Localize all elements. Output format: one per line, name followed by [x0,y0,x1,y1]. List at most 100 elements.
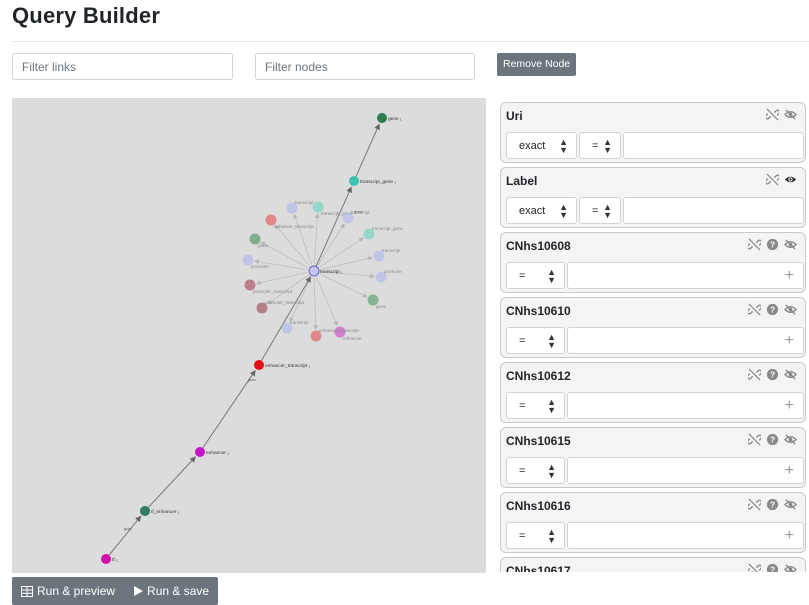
unlink-icon[interactable] [748,433,761,446]
eye-slash-icon[interactable] [784,498,797,511]
add-icon[interactable]: + [785,332,794,350]
operator-select[interactable]: = ▲ ▼ [579,132,621,159]
filter-nodes-input[interactable] [255,53,475,80]
match-mode-select[interactable]: exact ▲ ▼ [506,197,577,224]
graph-node-label[interactable]: enhancer_transcript ₁ [265,363,311,369]
graph-node-label[interactable]: gene [376,304,387,309]
help-icon[interactable]: ? [766,563,779,572]
value-input-add[interactable]: + [567,262,804,289]
add-icon[interactable]: + [785,462,794,480]
graph-node-label[interactable]: gene [258,243,269,248]
edge-label: goto [124,526,133,531]
select-value: = [519,335,526,347]
graph-node-label[interactable]: tf_enhancer ₁ [151,509,180,515]
graph-node-label[interactable]: transcript ₁ [320,269,343,275]
value-input-add[interactable]: + [567,457,804,484]
eye-slash-icon[interactable] [784,563,797,572]
graph-node-label[interactable]: enhancer_transcript [319,328,360,333]
operator-select[interactable]: = ▲ ▼ [506,457,565,484]
graph-node[interactable] [377,113,387,123]
select-value: = [592,140,599,152]
unlink-icon[interactable] [766,173,779,186]
help-icon[interactable]: ? [766,368,779,381]
run-toolbar: Run & preview Run & save [12,577,219,605]
operator-select[interactable]: = ▲ ▼ [506,522,565,549]
help-icon[interactable]: ? [766,433,779,446]
panel-icons: ? [748,238,797,251]
svg-text:?: ? [770,564,775,572]
help-icon[interactable]: ? [766,238,779,251]
faded-edge [313,277,319,330]
graph-node[interactable] [254,360,264,370]
faded-edge [314,213,320,265]
graph-node-label[interactable]: promoter [251,264,270,269]
filter-links-input[interactable] [12,53,233,80]
run-preview-button[interactable]: Run & preview [12,577,124,605]
unlink-icon[interactable] [748,563,761,572]
unlink-icon[interactable] [748,303,761,316]
graph-svg[interactable]: goto goto gene gene ₁ transcript_gene ₁ trans… [12,98,486,573]
graph-node-label[interactable]: transcript_gene [372,226,404,231]
select-value: = [519,270,526,282]
graph-edge [355,123,380,177]
graph-node-label[interactable]: promoter [384,269,403,274]
run-save-button[interactable]: Run & save [124,577,218,605]
graph-node-label[interactable]: enhancer [343,336,362,341]
eye-slash-icon[interactable] [784,303,797,316]
unlink-icon[interactable] [748,498,761,511]
graph-node-label[interactable]: transcript [382,248,401,253]
value-input[interactable] [623,197,804,224]
panel-icons: ? [748,563,797,572]
property-panels[interactable]: Uri exact ▲ ▼ = ▲ ▼ Label exact ▲ ▼ = ▲ ▼ CNhs10608? = ▲… [499,102,809,572]
add-icon[interactable]: + [785,397,794,415]
graph-node-label[interactable]: transcript [295,200,314,205]
panel-title: CNhs10616 [506,499,571,513]
graph-node[interactable] [308,265,320,277]
add-icon[interactable]: + [785,527,794,545]
panel-title: Uri [506,109,523,123]
eye-icon[interactable] [784,173,797,186]
svg-text:?: ? [770,239,775,249]
graph-node[interactable] [101,554,111,564]
eye-slash-icon[interactable] [784,238,797,251]
unlink-icon[interactable] [748,368,761,381]
select-value: = [592,205,599,217]
graph-node-label[interactable]: enhancer_transcript [274,224,315,229]
add-icon[interactable]: + [785,267,794,285]
panel-icons: ? [748,498,797,511]
eye-slash-icon[interactable] [784,108,797,121]
graph-node-label[interactable]: gene ₁ [388,117,402,122]
panel-icons: ? [748,368,797,381]
unlink-icon[interactable] [748,238,761,251]
value-input-add[interactable]: + [567,327,804,354]
graph-node-label[interactable]: transcript [351,210,370,215]
graph-canvas[interactable]: goto goto gene gene ₁ transcript_gene ₁ trans… [12,98,486,573]
value-input-add[interactable]: + [567,392,804,419]
operator-select[interactable]: = ▲ ▼ [506,262,565,289]
graph-node-label[interactable]: enhancer ₁ [206,450,229,456]
help-icon[interactable]: ? [766,498,779,511]
unlink-icon[interactable] [766,108,779,121]
graph-node[interactable] [195,447,205,457]
graph-node-label[interactable]: tf ₁ [112,557,118,563]
remove-node-button[interactable]: Remove Node [497,53,577,76]
graph-node-label[interactable]: transcript [290,320,309,325]
value-input-add[interactable]: + [567,522,804,549]
match-mode-select[interactable]: exact ▲ ▼ [506,132,577,159]
eye-slash-icon[interactable] [784,368,797,381]
edge-label: goto [248,377,257,382]
help-icon[interactable]: ? [766,303,779,316]
graph-node[interactable] [140,506,150,516]
eye-slash-icon[interactable] [784,433,797,446]
graph-node-label[interactable]: promoter_transcript [253,289,293,294]
graph-node-label[interactable]: transcript_gene ₁ [360,179,396,185]
svg-text:?: ? [770,369,775,379]
operator-select[interactable]: = ▲ ▼ [506,392,565,419]
value-input[interactable] [623,132,804,159]
graph-node[interactable] [349,176,359,186]
operator-select[interactable]: = ▲ ▼ [579,197,621,224]
operator-select[interactable]: = ▲ ▼ [506,327,565,354]
graph-node-label[interactable]: promoter_transcript [265,300,305,305]
graph-edge [108,515,142,556]
select-value: = [519,465,526,477]
